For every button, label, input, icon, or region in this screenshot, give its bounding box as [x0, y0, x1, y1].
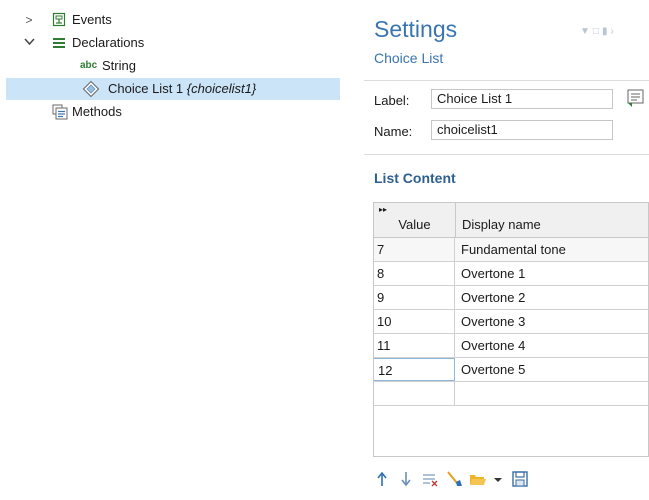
- move-up-icon[interactable]: [372, 468, 392, 490]
- table-row[interactable]: [373, 382, 649, 406]
- table-row[interactable]: 12 Overtone 5: [373, 358, 649, 382]
- collapse-chevron-icon[interactable]: [24, 38, 35, 46]
- column-header-display-name[interactable]: Display name: [462, 203, 541, 239]
- display-name-cell[interactable]: Overtone 3: [455, 310, 649, 333]
- name-input[interactable]: [431, 120, 613, 140]
- settings-panel: Settings ▼□▮› Choice List Label: Name: L…: [364, 0, 649, 500]
- label-note-icon[interactable]: [626, 88, 646, 108]
- value-cell[interactable]: [373, 382, 455, 405]
- value-cell[interactable]: 7: [373, 238, 455, 261]
- value-cell[interactable]: 11: [373, 334, 455, 357]
- tree-item-choice-list[interactable]: Choice List 1 {choicelist1}: [6, 78, 340, 100]
- tree-item-tag: {choicelist1}: [186, 81, 257, 96]
- dropdown-arrow-icon[interactable]: [488, 468, 508, 490]
- tree-item-label: Events: [72, 12, 112, 27]
- column-header-value[interactable]: Value: [374, 203, 456, 239]
- value-cell[interactable]: 12: [373, 358, 455, 381]
- divider: [364, 80, 649, 81]
- tree-item-string[interactable]: abc String: [0, 55, 340, 77]
- display-name-cell[interactable]: Overtone 2: [455, 286, 649, 309]
- expand-chevron-icon[interactable]: >: [22, 9, 36, 31]
- maximize-icon[interactable]: □: [593, 26, 602, 37]
- dropdown-icon[interactable]: ▼: [580, 26, 593, 37]
- delete-icon[interactable]: [444, 468, 464, 490]
- table-row[interactable]: 7 Fundamental tone: [373, 238, 649, 262]
- settings-subtitle: Choice List: [374, 50, 444, 66]
- clear-table-icon[interactable]: [420, 468, 440, 490]
- table-row[interactable]: 10 Overtone 3: [373, 310, 649, 334]
- tree-item-label: String: [102, 58, 136, 73]
- table-row[interactable]: 9 Overtone 2: [373, 286, 649, 310]
- tree-item-label: Methods: [72, 104, 122, 119]
- tree-item-label: Declarations: [72, 35, 145, 50]
- display-name-cell[interactable]: Fundamental tone: [455, 238, 649, 261]
- move-down-icon[interactable]: [396, 468, 416, 490]
- settings-title: Settings: [374, 16, 458, 42]
- value-cell[interactable]: 9: [373, 286, 455, 309]
- methods-icon: [52, 104, 68, 120]
- events-icon: [52, 12, 66, 27]
- display-name-cell[interactable]: Overtone 1: [455, 262, 649, 285]
- display-name-cell[interactable]: Overtone 5: [455, 358, 649, 381]
- load-from-file-icon[interactable]: [468, 468, 488, 490]
- tree-item-events[interactable]: > Events: [0, 9, 340, 31]
- divider: [364, 154, 649, 155]
- display-name-cell[interactable]: Overtone 4: [455, 334, 649, 357]
- table-bottom-border: [373, 456, 649, 457]
- table-row[interactable]: 11 Overtone 4: [373, 334, 649, 358]
- name-field-label: Name:: [374, 124, 413, 139]
- save-icon[interactable]: [510, 468, 530, 490]
- value-cell[interactable]: 10: [373, 310, 455, 333]
- close-icon[interactable]: ›: [610, 26, 616, 37]
- declarations-icon: [53, 38, 65, 48]
- table-row[interactable]: 8 Overtone 1: [373, 262, 649, 286]
- label-field-label: Label:: [374, 93, 410, 108]
- choice-list-icon: [82, 80, 100, 98]
- window-controls: ▼□▮›: [580, 26, 617, 37]
- table-header: ▸▸ Value Display name: [373, 202, 649, 239]
- list-content-section-title: List Content: [374, 170, 456, 186]
- value-cell[interactable]: 8: [373, 262, 455, 285]
- tree-item-declarations[interactable]: Declarations: [0, 32, 340, 54]
- tree-item-label: Choice List 1 {choicelist1}: [108, 81, 257, 96]
- label-input[interactable]: [431, 89, 613, 109]
- string-icon: abc: [80, 60, 98, 71]
- tree-item-methods[interactable]: Methods: [0, 101, 340, 123]
- display-name-cell[interactable]: [455, 382, 649, 405]
